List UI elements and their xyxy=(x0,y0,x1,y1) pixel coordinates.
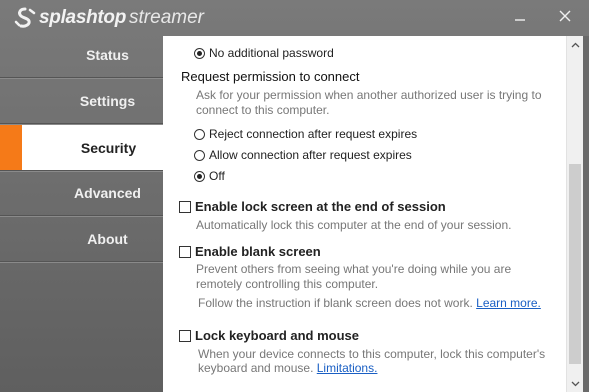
product-name: streamer xyxy=(129,7,204,28)
option-label: No additional password xyxy=(209,46,334,60)
description-text: keyboard and mouse. xyxy=(198,361,314,375)
checkbox[interactable] xyxy=(179,329,191,342)
sidebar-item-advanced[interactable]: Advanced xyxy=(0,170,163,215)
lock-keyboard-mouse-option[interactable]: Lock keyboard and mouse xyxy=(179,328,359,343)
scrollbar-thumb[interactable] xyxy=(569,164,581,364)
window-edge xyxy=(583,36,589,392)
scroll-down-button[interactable] xyxy=(567,375,584,392)
sidebar-item-settings[interactable]: Settings xyxy=(0,78,163,123)
nav-divider xyxy=(0,261,163,262)
sidebar-item-label: About xyxy=(87,230,128,247)
sidebar-nav: Status Settings Security Advanced About xyxy=(0,32,165,392)
note-text: Follow the instruction if blank screen d… xyxy=(198,296,473,310)
radio-button[interactable] xyxy=(194,170,205,182)
chevron-up-icon xyxy=(571,42,580,47)
allow-after-expire-option[interactable]: Allow connection after request expires xyxy=(194,148,412,162)
blank-screen-description-1: Prevent others from seeing what you're d… xyxy=(196,262,512,276)
radio-button[interactable] xyxy=(194,47,205,59)
sidebar-item-status[interactable]: Status xyxy=(0,32,163,77)
brand-name: splashtop xyxy=(39,7,127,28)
option-label: Reject connection after request expires xyxy=(209,127,418,141)
app-window: splashtop streamer Status Settings Secur… xyxy=(0,0,589,392)
title-bar: splashtop streamer xyxy=(0,0,589,36)
lock-keyboard-description-1: When your device connects to this comput… xyxy=(198,347,546,361)
reject-after-expire-option[interactable]: Reject connection after request expires xyxy=(194,127,417,141)
learn-more-link[interactable]: Learn more. xyxy=(476,296,541,310)
active-indicator xyxy=(0,125,22,170)
chevron-down-icon xyxy=(571,381,580,386)
option-label: Allow connection after request expires xyxy=(209,148,412,162)
sidebar-item-about[interactable]: About xyxy=(0,216,163,261)
option-label: Enable blank screen xyxy=(195,244,321,259)
blank-screen-note: Follow the instruction if blank screen d… xyxy=(198,296,541,311)
blank-screen-option[interactable]: Enable blank screen xyxy=(179,244,321,259)
option-label: Lock keyboard and mouse xyxy=(195,328,359,343)
option-label: Off xyxy=(209,169,225,183)
scroll-up-button[interactable] xyxy=(567,36,584,53)
sidebar-item-security[interactable]: Security xyxy=(0,125,165,170)
lock-keyboard-description-2: keyboard and mouse. Limitations. xyxy=(198,361,377,376)
app-logo: splashtop streamer xyxy=(14,6,204,30)
radio-button[interactable] xyxy=(194,128,205,140)
lock-screen-description: Automatically lock this computer at the … xyxy=(196,218,512,232)
vertical-scrollbar[interactable] xyxy=(566,36,584,392)
checkbox[interactable] xyxy=(179,200,191,213)
lock-screen-option[interactable]: Enable lock screen at the end of session xyxy=(179,199,446,214)
minimize-icon xyxy=(515,19,525,21)
request-permission-description-1: Ask for your permission when another aut… xyxy=(196,88,542,102)
nav-divider xyxy=(0,123,163,124)
security-panel: No additional password Request permissio… xyxy=(163,36,568,392)
sidebar-item-label: Security xyxy=(80,139,137,156)
splashtop-logo-icon xyxy=(14,7,36,28)
checkbox[interactable] xyxy=(179,245,191,258)
close-button[interactable] xyxy=(553,5,577,27)
sidebar-item-label: Advanced xyxy=(74,184,141,201)
minimize-button[interactable] xyxy=(508,5,532,27)
sidebar-item-label: Status xyxy=(86,46,129,63)
option-label: Enable lock screen at the end of session xyxy=(195,199,446,214)
radio-button[interactable] xyxy=(194,149,205,161)
no-password-option[interactable]: No additional password xyxy=(194,46,334,60)
sidebar-item-label: Settings xyxy=(79,92,136,109)
request-permission-heading: Request permission to connect xyxy=(181,69,360,84)
close-icon xyxy=(559,10,571,22)
permission-off-option[interactable]: Off xyxy=(194,169,225,183)
blank-screen-description-2: remotely controlling this computer. xyxy=(196,277,379,291)
limitations-link[interactable]: Limitations. xyxy=(317,361,378,375)
request-permission-description-2: connect to this computer. xyxy=(196,103,330,117)
